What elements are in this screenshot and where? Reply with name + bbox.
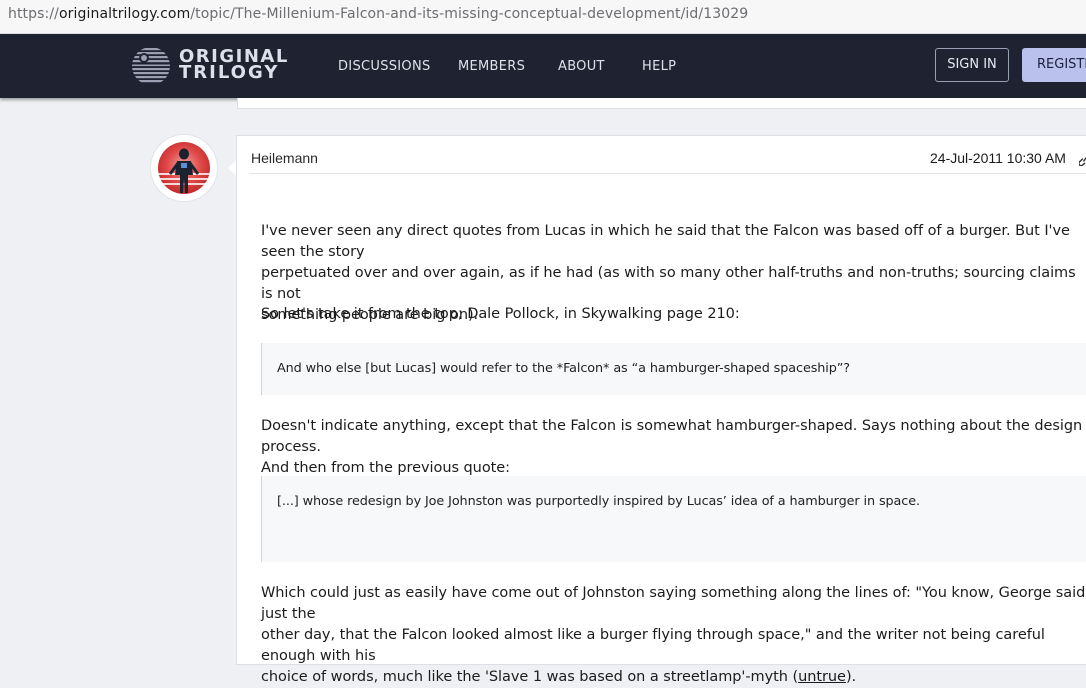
blockquote-1: And who else [but Lucas] would refer to … [261, 343, 1086, 395]
nav-discussions[interactable]: DISCUSSIONS [338, 59, 431, 74]
quote-text-1: And who else [but Lucas] would refer to … [277, 361, 851, 376]
blockquote-2: [...] whose redesign by Joe Johnston was… [261, 476, 1086, 562]
sign-in-button[interactable]: SIGN IN [935, 48, 1009, 82]
post-timestamp[interactable]: 24-Jul-2011 10:30 AM [930, 150, 1066, 166]
nav-about[interactable]: ABOUT [558, 59, 605, 74]
url-text[interactable]: https://originaltrilogy.com/topic/The-Mi… [8, 6, 748, 22]
death-star-logo-icon [132, 48, 170, 83]
paragraph-3: Doesn't indicate anything, except that t… [261, 418, 1083, 476]
logo-line-2: TRILOGY [179, 62, 280, 83]
paragraph-4: Which could just as easily have come out… [261, 585, 1086, 685]
register-button[interactable]: REGISTER [1022, 48, 1086, 82]
paragraph-2: So let's take it from the top; Dale Poll… [261, 306, 740, 322]
post-header: Heilemann 24-Jul-2011 10:30 AM [249, 136, 1086, 174]
nav-help[interactable]: HELP [642, 59, 676, 74]
previous-post-card [237, 98, 1086, 109]
nav-members[interactable]: MEMBERS [458, 59, 525, 74]
address-bar[interactable]: https://originaltrilogy.com/topic/The-Mi… [0, 0, 1086, 34]
untrue-link[interactable]: untrue [798, 669, 846, 685]
forum-post: Heilemann 24-Jul-2011 10:30 AM I've neve… [236, 135, 1086, 685]
link-icon[interactable] [1079, 150, 1086, 166]
author-name[interactable]: Heilemann [251, 150, 318, 166]
avatar[interactable] [151, 135, 217, 201]
quote-text-2: [...] whose redesign by Joe Johnston was… [277, 494, 920, 509]
site-header: ORIGINAL TRILOGY DISCUSSIONS MEMBERS ABO… [0, 34, 1086, 98]
character-avatar-icon [158, 142, 210, 194]
site-logo[interactable]: ORIGINAL TRILOGY [131, 45, 301, 87]
